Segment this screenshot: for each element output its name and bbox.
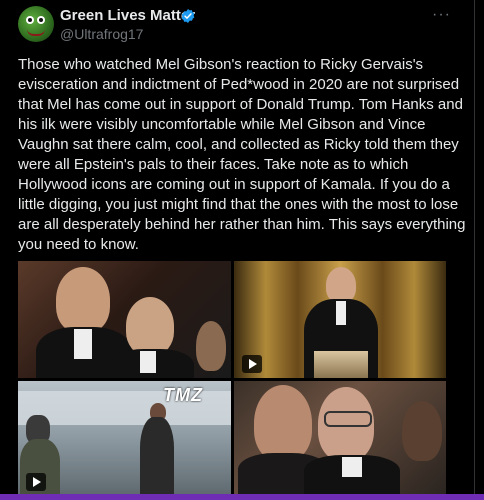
avatar[interactable] bbox=[18, 6, 54, 42]
tweet-text: Those who watched Mel Gibson's reaction … bbox=[18, 56, 466, 253]
author-display-name[interactable]: Green Lives Matter bbox=[60, 7, 195, 24]
frog-eye-left bbox=[26, 16, 34, 24]
media-video-2[interactable]: TMZ bbox=[18, 381, 231, 494]
tweet-card: Green Lives Matter @Ultrafrog17 ··· Thos… bbox=[0, 0, 475, 494]
play-icon[interactable] bbox=[26, 473, 46, 491]
verified-badge-icon bbox=[181, 9, 195, 23]
media-grid: TMZ bbox=[18, 261, 446, 494]
media-photo-2[interactable] bbox=[234, 381, 446, 494]
frog-eye-right bbox=[37, 16, 45, 24]
media-video-1[interactable] bbox=[234, 261, 446, 378]
accent-bar bbox=[0, 494, 484, 500]
play-icon[interactable] bbox=[242, 355, 262, 373]
media-photo-1[interactable] bbox=[18, 261, 231, 378]
tmz-watermark: TMZ bbox=[163, 385, 203, 405]
frog-mouth bbox=[27, 29, 45, 36]
more-options-icon[interactable]: ··· bbox=[432, 6, 451, 24]
author-handle[interactable]: @Ultrafrog17 bbox=[60, 26, 143, 42]
